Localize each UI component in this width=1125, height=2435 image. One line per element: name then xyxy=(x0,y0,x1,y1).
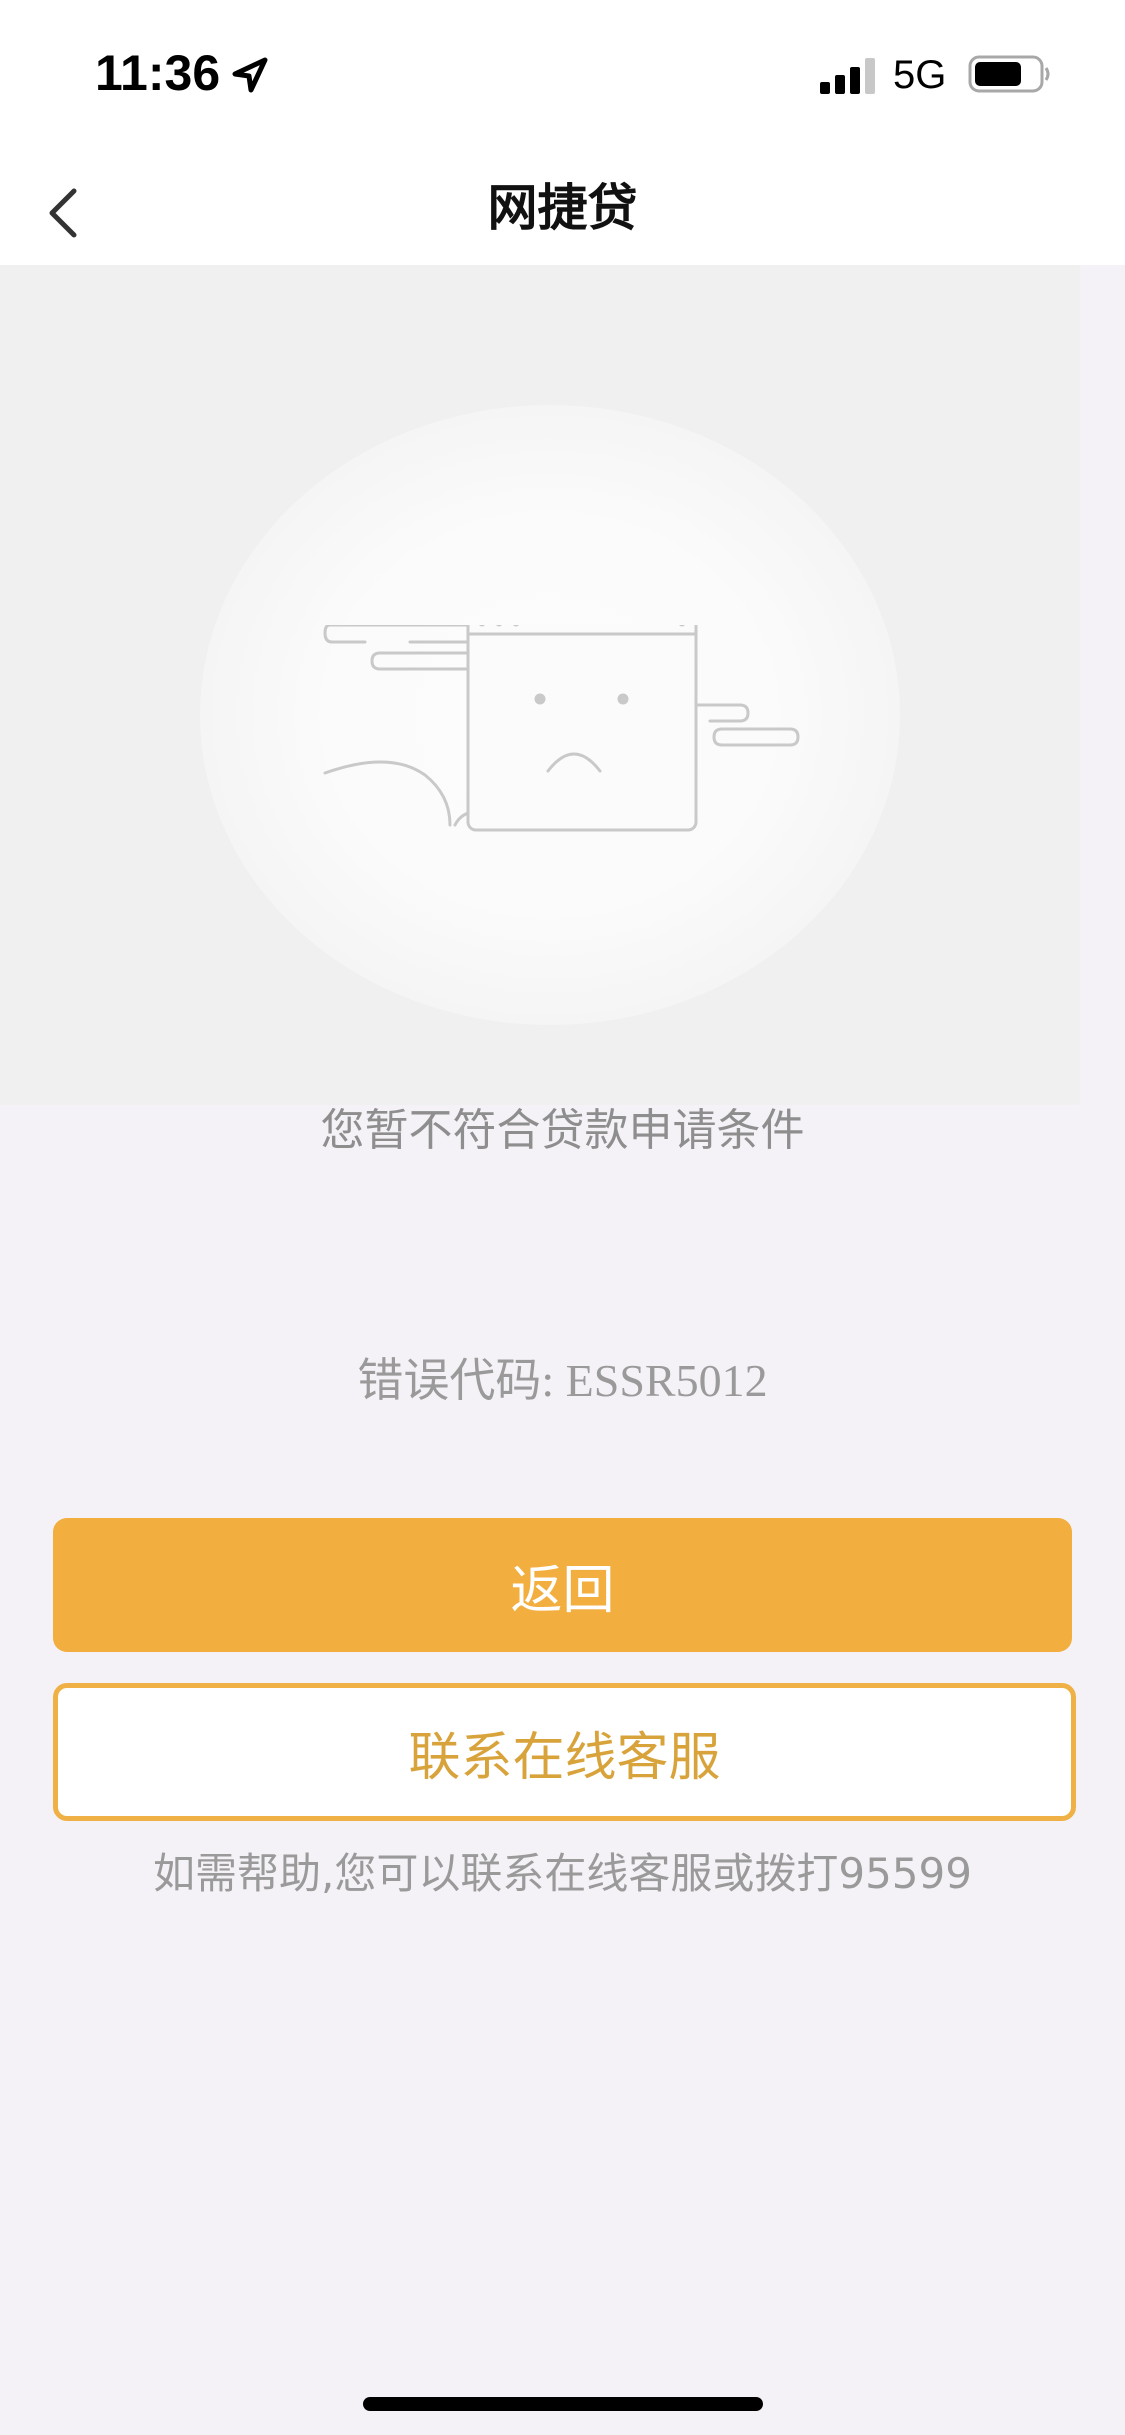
ineligible-message: 您暂不符合贷款申请条件 xyxy=(320,1105,805,1156)
network-label: 5G xyxy=(893,53,947,97)
home-indicator[interactable] xyxy=(363,2397,763,2411)
error-code: 错误代码: ESSR5012 xyxy=(357,1355,768,1406)
battery-icon xyxy=(968,55,1050,93)
location-arrow-icon xyxy=(232,57,268,93)
sad-browser-window-icon xyxy=(323,625,800,832)
help-text: 如需帮助,您可以联系在线客服或拨打95599 xyxy=(153,1849,972,1898)
status-time: 11:36 xyxy=(95,45,221,101)
return-button[interactable]: 返回 xyxy=(53,1518,1072,1652)
contact-support-button[interactable]: 联系在线客服 xyxy=(53,1683,1076,1821)
nav-bar: 网捷贷 xyxy=(0,150,1125,265)
status-bar: 11:36 5G xyxy=(0,0,1125,150)
signal-icon xyxy=(820,58,875,94)
page-title: 网捷贷 xyxy=(487,179,638,237)
illustration-panel xyxy=(0,265,1080,1105)
